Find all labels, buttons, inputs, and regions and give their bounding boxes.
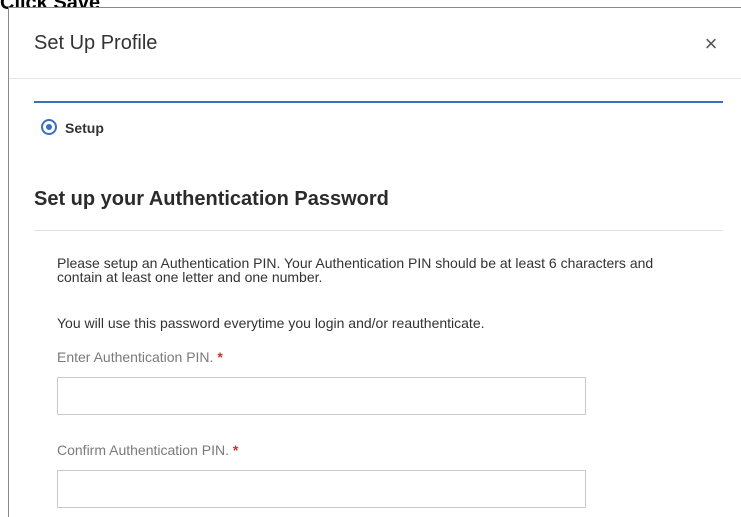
pin-usage-note: You will use this password everytime you…: [57, 315, 485, 331]
setup-profile-dialog: Set Up Profile × Setup Set up your Authe…: [8, 7, 741, 517]
stepper-step-label: Setup: [65, 120, 104, 136]
confirm-pin-input[interactable]: [57, 470, 586, 508]
pin-input[interactable]: [57, 377, 586, 415]
pin-requirements-text: Please setup an Authentication PIN. Your…: [57, 255, 654, 285]
pin-field-label: Enter Authentication PIN. *: [57, 349, 223, 365]
stepper-progress-line: [34, 101, 723, 103]
section-title: Set up your Authentication Password: [34, 188, 389, 210]
confirm-pin-label-text: Confirm Authentication PIN.: [57, 442, 229, 458]
pin-label-text: Enter Authentication PIN.: [57, 349, 214, 365]
page: Click Save Set Up Profile × Setup Set up…: [0, 0, 741, 517]
required-marker: *: [217, 349, 223, 365]
dialog-header: Set Up Profile ×: [9, 8, 741, 79]
confirm-pin-field-label: Confirm Authentication PIN. *: [57, 442, 238, 458]
radio-selected-icon: [41, 119, 57, 135]
required-marker: *: [232, 442, 239, 458]
close-icon[interactable]: ×: [702, 33, 720, 55]
dialog-title: Set Up Profile: [34, 32, 158, 54]
section-divider: [34, 230, 723, 231]
